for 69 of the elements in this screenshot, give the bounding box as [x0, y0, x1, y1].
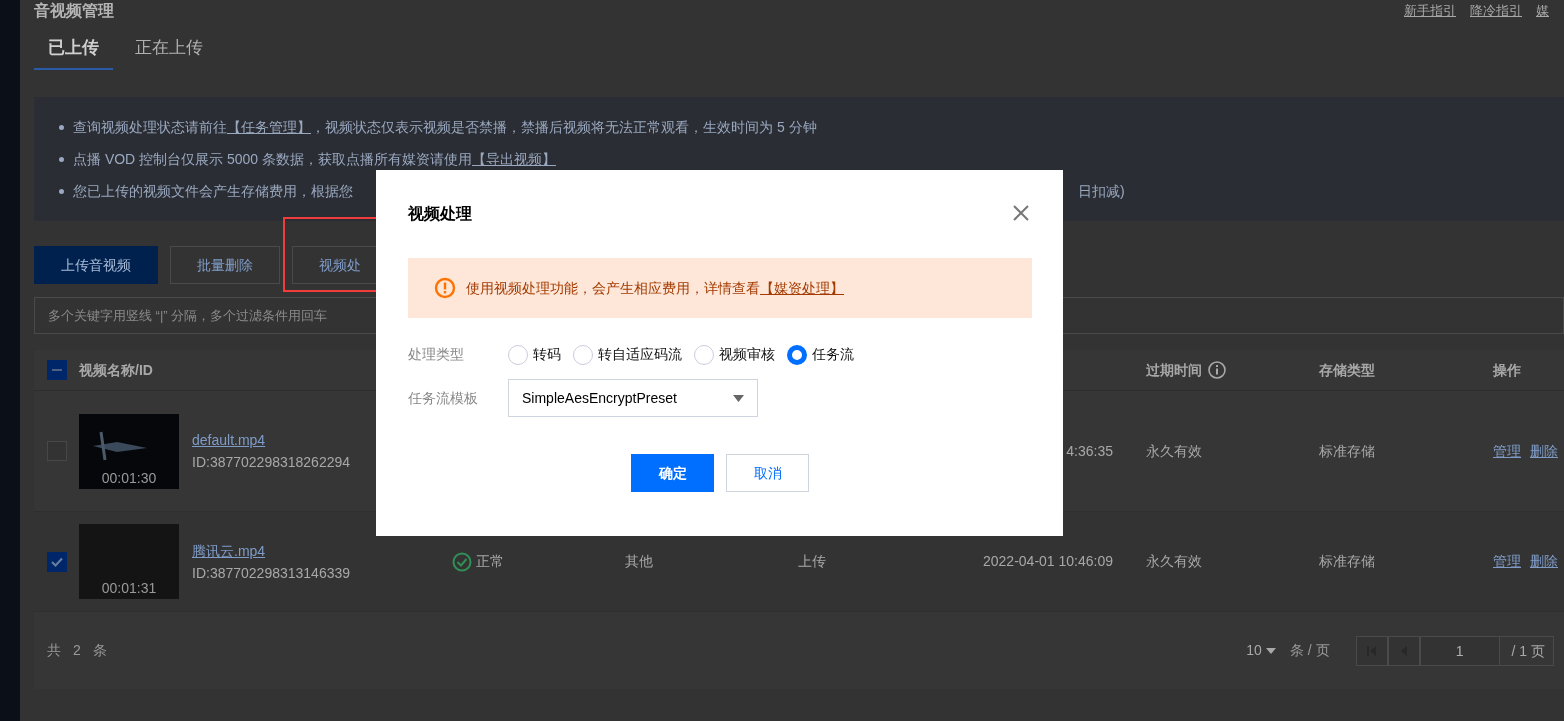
- action-link[interactable]: 管理: [1493, 440, 1521, 462]
- column-header: 操作: [1493, 360, 1521, 380]
- radio-option[interactable]: 转自适应码流: [573, 344, 682, 365]
- tab[interactable]: 正在上传: [121, 28, 217, 70]
- table-cell-text: 4:36:35: [1065, 441, 1113, 461]
- bullet-icon: [59, 124, 64, 130]
- dialog-button[interactable]: 取消: [726, 454, 809, 492]
- header-link[interactable]: 降冷指引: [1470, 0, 1522, 22]
- caret-icon: [1265, 647, 1276, 654]
- dialog-title: 视频处理: [408, 204, 472, 224]
- table-cell: 永久有效: [1146, 442, 1202, 459]
- toolbar-button[interactable]: 批量删除: [170, 246, 280, 284]
- field-label: 任务流模板: [408, 388, 479, 408]
- video-name-link[interactable]: default.mp4: [192, 429, 351, 451]
- page-title: 音视频管理: [34, 1, 114, 21]
- dialog-button[interactable]: 确定: [631, 454, 714, 492]
- caret-icon: [733, 394, 744, 402]
- video-id: ID:387702298313146339: [192, 563, 351, 583]
- table-cell: 永久有效: [1146, 553, 1202, 569]
- radio-option[interactable]: 转码: [508, 344, 561, 365]
- table-cell: 标准存储: [1319, 442, 1375, 459]
- action-link[interactable]: 删除: [1530, 440, 1558, 462]
- template-select[interactable]: SimpleAesEncryptPreset: [508, 379, 758, 417]
- radio-option[interactable]: 视频审核: [694, 344, 775, 365]
- bullet-icon: [59, 188, 64, 194]
- tab[interactable]: 已上传: [34, 28, 113, 70]
- notice-text: 查询视频处理状态请前往: [73, 118, 227, 137]
- video-thumbnail[interactable]: 00:01:31: [79, 524, 179, 599]
- toolbar-button[interactable]: 上传音视频: [34, 246, 158, 284]
- column-header: 存储类型: [1319, 360, 1375, 380]
- radio-option[interactable]: 任务流: [787, 344, 854, 365]
- video-duration: 00:01:30: [101, 468, 157, 487]
- table-cell: 上传: [798, 553, 826, 569]
- header-link[interactable]: 新手指引: [1404, 0, 1456, 22]
- action-link[interactable]: 管理: [1493, 551, 1521, 572]
- first-page-button[interactable]: [1355, 635, 1388, 666]
- notice-text: 点播 VOD 控制台仅展示 5000 条数据，获取点播所有媒资请使用: [73, 150, 473, 169]
- page-size-select[interactable]: 10: [1246, 640, 1276, 661]
- header-link[interactable]: 媒: [1536, 0, 1549, 22]
- check-icon: [50, 555, 64, 568]
- alert-link[interactable]: 【媒资处理】: [760, 279, 844, 296]
- check-circle-icon: [452, 551, 472, 572]
- table-cell: 标准存储: [1319, 553, 1375, 569]
- notice-text: 日扣减): [1078, 182, 1125, 201]
- video-id: ID:387702298318262294: [192, 453, 351, 472]
- column-header: 视频名称/ID: [79, 360, 153, 380]
- warning-icon: [434, 277, 456, 299]
- previous-page-button[interactable]: [1387, 635, 1420, 666]
- table-cell: 其他: [625, 553, 653, 569]
- column-header: 过期时间: [1146, 360, 1202, 380]
- page-total: / 1 页: [1499, 635, 1554, 666]
- page-input[interactable]: 1: [1419, 635, 1500, 666]
- action-link[interactable]: 删除: [1530, 551, 1558, 572]
- field-label: 处理类型: [408, 345, 465, 364]
- per-page-label: 条 / 页: [1289, 641, 1330, 660]
- row-checkbox[interactable]: [47, 551, 67, 572]
- select-all-checkbox[interactable]: [47, 360, 67, 380]
- notice-text: ，视频状态仅表示视频是否禁播，禁播后视频将无法正常观看，生效时间为 5 分钟: [311, 118, 817, 137]
- video-thumbnail[interactable]: 00:01:30: [79, 413, 179, 489]
- notice-link[interactable]: 【任务管理】: [227, 111, 311, 143]
- bullet-icon: [59, 156, 64, 162]
- status-text: 正常: [476, 552, 504, 571]
- table-cell-text: 2022-04-01 10:46:09: [982, 552, 1113, 571]
- alert-text: 使用视频处理功能，会产生相应费用，详情查看【媒资处理】: [466, 278, 844, 298]
- notice-text: 您已上传的视频文件会产生存储费用，根据您: [73, 182, 353, 201]
- close-icon: [1012, 204, 1030, 222]
- video-duration: 00:01:31: [101, 579, 157, 597]
- video-name-link[interactable]: 腾讯云.mp4: [192, 539, 351, 562]
- total-count: 共 2 条: [47, 641, 111, 660]
